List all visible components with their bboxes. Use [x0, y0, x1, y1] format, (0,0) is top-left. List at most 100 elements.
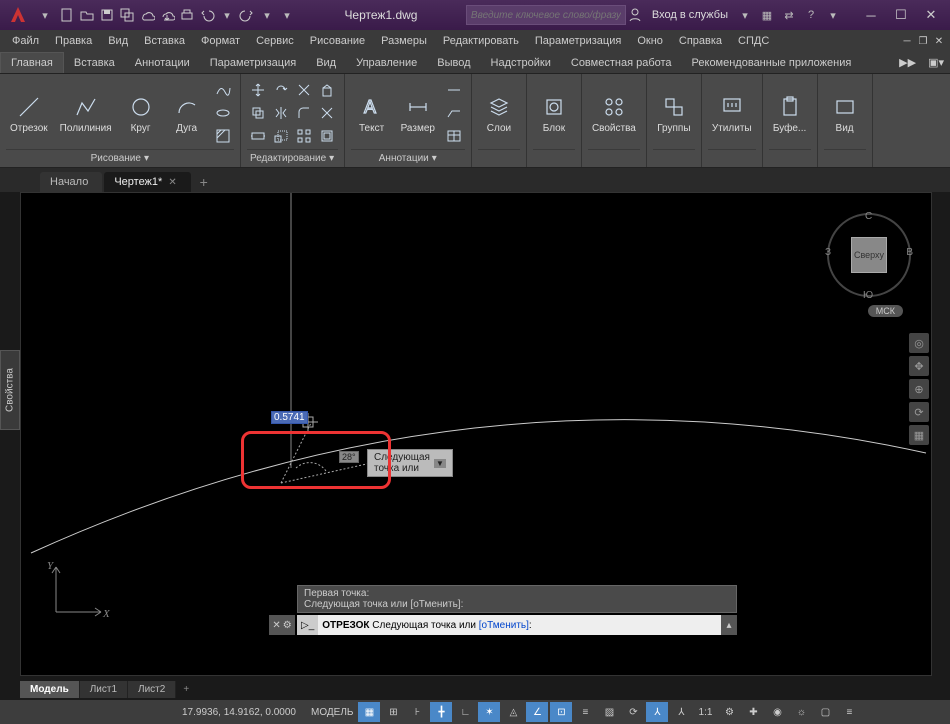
transparency-icon[interactable]: ▨ — [598, 702, 620, 722]
ribbon-tab-featured[interactable]: Рекомендованные приложения — [682, 53, 862, 73]
open-icon[interactable] — [78, 6, 96, 24]
hardware-accel-icon[interactable]: ◉ — [766, 702, 788, 722]
dynamic-distance-input[interactable]: 0.5741 — [271, 411, 308, 424]
menu-view[interactable]: Вид — [100, 33, 136, 49]
search-input[interactable] — [466, 5, 626, 25]
layout-tab-sheet2[interactable]: Лист2 — [128, 681, 176, 698]
menu-edit[interactable]: Правка — [47, 33, 100, 49]
doc-tab-start[interactable]: Начало — [40, 172, 102, 192]
ellipse-icon[interactable] — [212, 102, 234, 124]
menu-service[interactable]: Сервис — [248, 33, 302, 49]
command-line-handle[interactable]: ✕⚙ — [269, 615, 295, 635]
qat-customize-icon[interactable]: ▾ — [278, 6, 296, 24]
cloud-save-icon[interactable] — [158, 6, 176, 24]
view-button[interactable]: Вид — [824, 91, 866, 136]
ribbon-tab-view[interactable]: Вид — [306, 53, 346, 73]
redo-icon[interactable] — [238, 6, 256, 24]
ribbon-tab-insert[interactable]: Вставка — [64, 53, 125, 73]
osnap-toggle-icon[interactable]: ∠ — [526, 702, 548, 722]
props-button[interactable]: Свойства — [588, 91, 640, 136]
viewcube-n[interactable]: С — [865, 211, 872, 222]
workspace-icon[interactable]: ⚙ — [718, 702, 740, 722]
menu-window[interactable]: Окно — [629, 33, 671, 49]
stretch-icon[interactable] — [247, 125, 269, 147]
table-icon[interactable] — [443, 125, 465, 147]
user-icon[interactable] — [626, 6, 644, 24]
mirror-icon[interactable] — [270, 102, 292, 124]
circle-button[interactable]: Круг — [120, 91, 162, 136]
app-exchange-icon[interactable]: ▦ — [758, 6, 776, 24]
block-button[interactable]: Блок — [533, 91, 575, 136]
menu-draw[interactable]: Рисование — [302, 33, 373, 49]
explode-icon[interactable] — [316, 102, 338, 124]
properties-palette-tab[interactable]: Свойства — [0, 350, 20, 430]
nav-showmotion-icon[interactable]: ▦ — [909, 425, 929, 445]
fillet-icon[interactable] — [293, 102, 315, 124]
layers-button[interactable]: Слои — [478, 91, 520, 136]
isoplane-icon[interactable]: ◬ — [502, 702, 524, 722]
menu-format[interactable]: Формат — [193, 33, 248, 49]
cycling-icon[interactable]: ⟳ — [622, 702, 644, 722]
ribbon-tab-output[interactable]: Вывод — [427, 53, 480, 73]
nav-pan-icon[interactable]: ✥ — [909, 356, 929, 376]
nav-orbit-icon[interactable]: ⟳ — [909, 402, 929, 422]
move-icon[interactable] — [247, 79, 269, 101]
nav-wheel-icon[interactable]: ◎ — [909, 333, 929, 353]
snap-toggle-icon[interactable]: ⊞ — [382, 702, 404, 722]
grid-toggle-icon[interactable]: ▦ — [358, 702, 380, 722]
close-icon[interactable]: ✕ — [168, 177, 176, 188]
new-icon[interactable] — [58, 6, 76, 24]
cloud-open-icon[interactable] — [138, 6, 156, 24]
trim-icon[interactable] — [293, 79, 315, 101]
menu-help[interactable]: Справка — [671, 33, 730, 49]
viewcube[interactable]: Сверху С Ю В З — [827, 213, 911, 297]
panel-edit-title[interactable]: Редактирование — [250, 153, 326, 164]
clipboard-button[interactable]: Буфе... — [769, 91, 811, 136]
anno-scale-icon[interactable]: ⅄ — [670, 702, 692, 722]
doc-restore-icon[interactable]: ❐ — [916, 34, 930, 48]
ribbon-tab-collab[interactable]: Совместная работа — [561, 53, 682, 73]
ribbon-tab-addins[interactable]: Надстройки — [481, 53, 561, 73]
anno-toggle-icon[interactable]: ⅄ — [646, 702, 668, 722]
isolate-icon[interactable]: ☼ — [790, 702, 812, 722]
leader-icon[interactable] — [443, 102, 465, 124]
doc-minimize-icon[interactable]: ─ — [900, 34, 914, 48]
rotate-icon[interactable] — [270, 79, 292, 101]
layout-tab-sheet1[interactable]: Лист1 — [80, 681, 128, 698]
command-line[interactable]: ▷_ ОТРЕЗОК Следующая точка или [оТменить… — [297, 615, 737, 635]
new-tab-button[interactable]: + — [193, 172, 215, 192]
status-model[interactable]: МОДЕЛЬ — [308, 702, 356, 722]
hatch-icon[interactable] — [212, 125, 234, 147]
polyline-button[interactable]: Полилиния — [56, 91, 116, 136]
doc-tab-drawing1[interactable]: Чертеж1*✕ — [104, 172, 190, 192]
undo-split-icon[interactable]: ▾ — [218, 6, 236, 24]
linear-dim-icon[interactable] — [443, 79, 465, 101]
command-recent-icon[interactable]: ▴ — [721, 615, 737, 635]
ribbon-tab-home[interactable]: Главная — [0, 52, 64, 73]
text-button[interactable]: AТекст — [351, 91, 393, 136]
panel-draw-title[interactable]: Рисование — [91, 153, 141, 164]
menu-modify[interactable]: Редактировать — [435, 33, 527, 49]
menu-spds[interactable]: СПДС — [730, 33, 777, 49]
dim-button[interactable]: Размер — [397, 91, 439, 136]
menu-file[interactable]: Файл — [4, 33, 47, 49]
app-menu-arrow[interactable]: ▾ — [36, 6, 54, 24]
wcs-badge[interactable]: МСК — [868, 305, 903, 317]
cmd-close-icon[interactable]: ✕ — [272, 620, 280, 631]
lineweight-icon[interactable]: ≡ — [574, 702, 596, 722]
cmd-config-icon[interactable]: ⚙ — [283, 620, 292, 631]
help-icon[interactable]: ? — [802, 6, 820, 24]
saveas-icon[interactable] — [118, 6, 136, 24]
scale-icon[interactable] — [270, 125, 292, 147]
offset-icon[interactable] — [316, 125, 338, 147]
ribbon-collapse-icon[interactable]: ▣▾ — [922, 52, 950, 73]
otrack-toggle-icon[interactable]: ⊡ — [550, 702, 572, 722]
erase-icon[interactable] — [316, 79, 338, 101]
viewcube-w[interactable]: З — [825, 247, 831, 258]
menu-param[interactable]: Параметризация — [527, 33, 629, 49]
save-icon[interactable] — [98, 6, 116, 24]
app-icon[interactable] — [4, 1, 32, 29]
ribbon-tab-annot[interactable]: Аннотации — [125, 53, 200, 73]
nav-zoom-icon[interactable]: ⊕ — [909, 379, 929, 399]
login-button[interactable]: Вход в службы — [648, 7, 732, 23]
